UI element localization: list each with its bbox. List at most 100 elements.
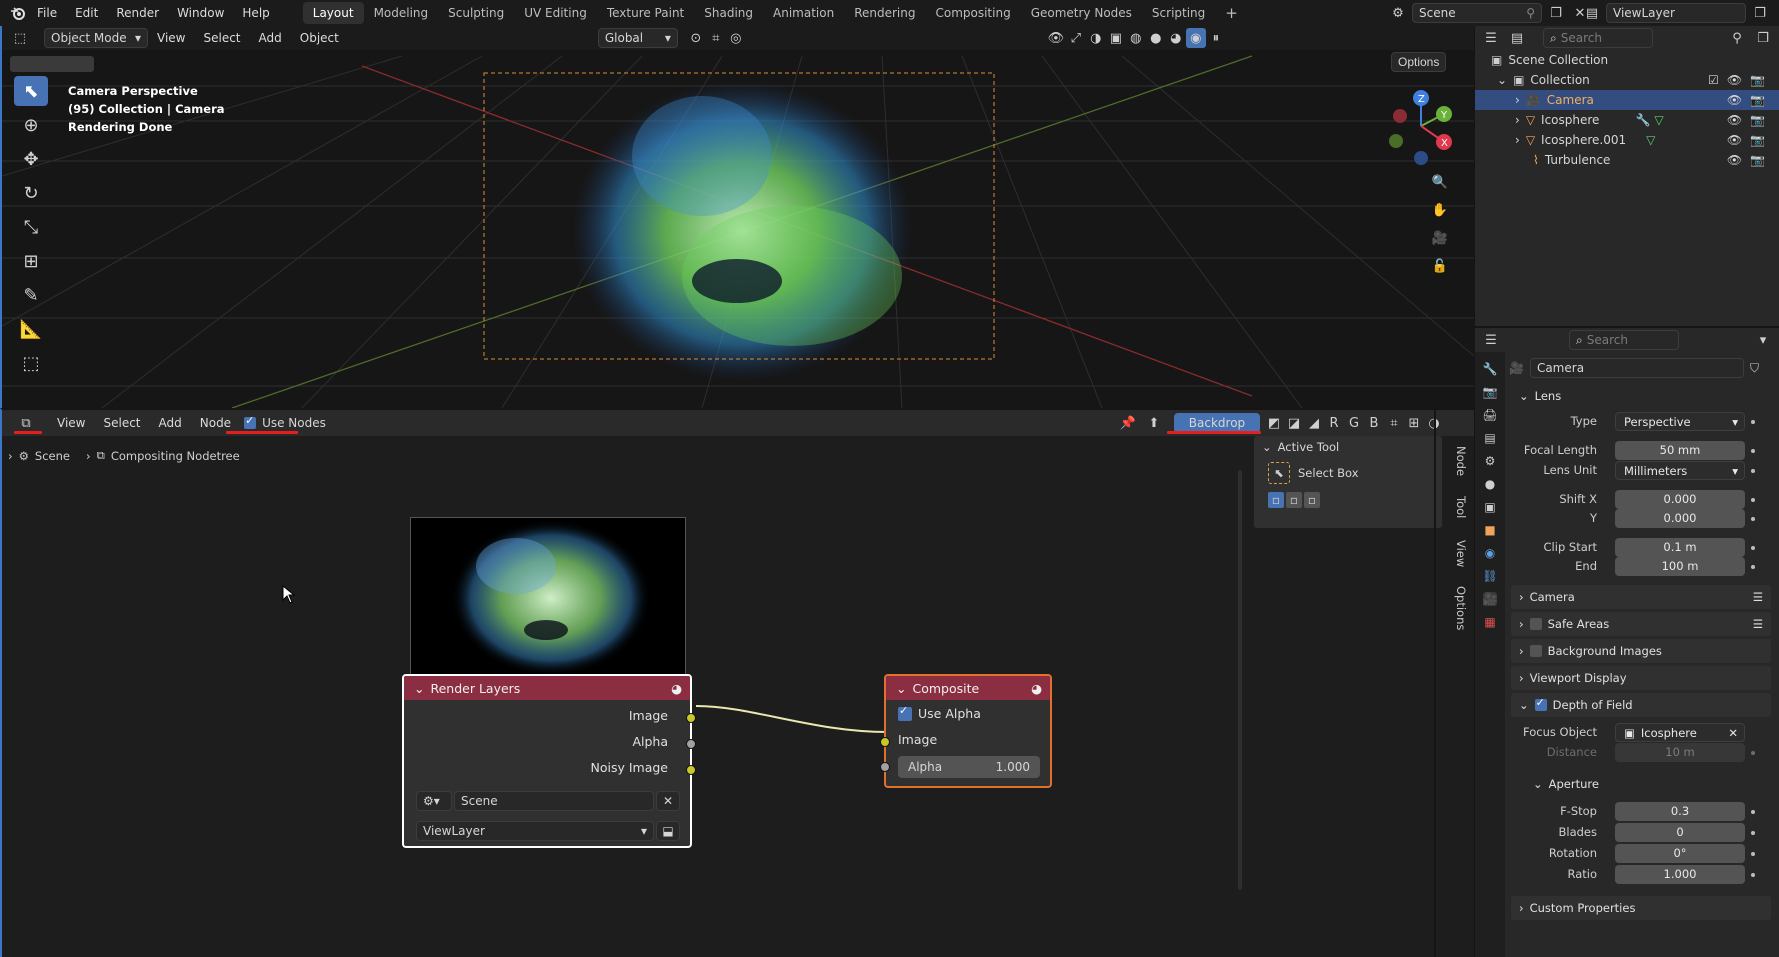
background-images-checkbox[interactable]	[1529, 645, 1542, 657]
select-mode-buttons[interactable]	[10, 56, 94, 75]
camera-render-icon[interactable]: 📷	[1750, 153, 1765, 167]
compositor-node-editor[interactable]: ⧉ View Select Add Node Use Nodes 📌 ⬆ Bac…	[0, 408, 1474, 957]
ne-menu-select[interactable]: Select	[94, 410, 149, 436]
scene-browse-icon[interactable]: ⚙▾	[416, 791, 452, 811]
active-tool-row[interactable]: ⬉ Select Box	[1254, 458, 1442, 488]
menu-help[interactable]: Help	[233, 0, 278, 26]
sidebar-tab-view[interactable]: View	[1448, 540, 1468, 567]
properties-editor-icon[interactable]: ☰	[1481, 330, 1501, 350]
output-alpha-socket[interactable]	[686, 739, 696, 749]
safe-areas-checkbox[interactable]	[1529, 618, 1542, 630]
visibility-icon[interactable]: 👁	[1046, 28, 1066, 48]
editor-type-icon[interactable]: ⬚	[10, 28, 30, 48]
output-noisy-image-socket[interactable]	[686, 765, 696, 775]
eye-icon[interactable]: 👁	[1727, 153, 1742, 167]
select-new-icon[interactable]: ▫	[1268, 492, 1284, 508]
keyframe-dot[interactable]	[1751, 852, 1755, 856]
list-icon[interactable]: ☰	[1753, 590, 1763, 604]
use-nodes-checkbox[interactable]	[244, 414, 257, 429]
tab-geometry-nodes[interactable]: Geometry Nodes	[1021, 2, 1142, 24]
filter-icon[interactable]: ⚲	[1727, 28, 1747, 48]
object-tab-icon[interactable]: ■	[1484, 523, 1495, 537]
eye-icon[interactable]: 👁	[1727, 113, 1742, 127]
clip-end-field[interactable]: 100 m	[1615, 557, 1745, 576]
eye-icon[interactable]: 👁	[1727, 73, 1742, 87]
parent-tree-icon[interactable]: ⬆	[1144, 413, 1164, 433]
render-layers-header[interactable]: ⌄ Render Layers ◕	[404, 676, 690, 700]
tool-tab-icon[interactable]: 🔧	[1483, 362, 1498, 376]
clear-scene-icon[interactable]: ✕	[656, 791, 680, 811]
outliner-item-icosphere-001[interactable]: › ▽ Icosphere.001 ▽ 👁 📷	[1475, 130, 1779, 150]
sidebar-tab-tool[interactable]: Tool	[1448, 496, 1468, 518]
keyframe-dot[interactable]	[1751, 751, 1755, 755]
new-collection-icon[interactable]: ❐	[1753, 28, 1773, 48]
rotate-tool-icon[interactable]: ↻	[14, 178, 48, 208]
menu-file[interactable]: File	[28, 0, 66, 26]
menu-edit[interactable]: Edit	[66, 0, 107, 26]
chevron-down-icon[interactable]: ▾	[1753, 330, 1773, 350]
viewport-display-panel-header[interactable]: › Viewport Display	[1511, 666, 1771, 690]
keyframe-dot[interactable]	[1751, 810, 1755, 814]
scene-field[interactable]: Scene ⚲	[1412, 3, 1542, 23]
keyframe-dot[interactable]	[1751, 565, 1755, 569]
cursor-tool-icon[interactable]: ⊕	[14, 110, 48, 140]
select-extend-icon[interactable]: ▫	[1286, 492, 1302, 508]
wrench-icon[interactable]: 🔧	[1635, 113, 1650, 127]
tab-shading[interactable]: Shading	[694, 2, 763, 24]
constraints-tab-icon[interactable]: ⛓	[1482, 569, 1497, 583]
camera-data-name-field[interactable]: Camera	[1529, 358, 1744, 378]
new-scene-icon[interactable]: ❐	[1546, 3, 1566, 23]
aperture-panel-header[interactable]: ⌄ Aperture	[1525, 772, 1771, 796]
view-layer-icon[interactable]: ▤	[1582, 3, 1602, 23]
camera-render-icon[interactable]: 📷	[1750, 133, 1765, 147]
mesh-data-icon[interactable]: ▽	[1646, 133, 1655, 147]
lens-type-dropdown[interactable]: Perspective ▾	[1615, 412, 1745, 431]
rendered-shading-icon[interactable]: ◉	[1185, 28, 1206, 48]
channel-r-button[interactable]: R	[1324, 413, 1344, 433]
tab-compositing[interactable]: Compositing	[925, 2, 1020, 24]
node-scene-field[interactable]: Scene	[454, 791, 654, 811]
tab-sculpting[interactable]: Sculpting	[438, 2, 514, 24]
overlay-icon[interactable]: ◑	[1086, 28, 1106, 48]
tab-layout[interactable]: Layout	[302, 2, 364, 24]
tab-texture-paint[interactable]: Texture Paint	[597, 2, 694, 24]
tab-animation[interactable]: Animation	[763, 2, 844, 24]
background-images-panel-header[interactable]: › Background Images	[1511, 639, 1771, 663]
shift-x-field[interactable]: 0.000	[1615, 490, 1745, 509]
navigation-gizmo[interactable]: Z Y X	[1386, 86, 1456, 166]
transform-orientation-dropdown[interactable]: Global ▾	[597, 28, 678, 48]
properties-search-input[interactable]: ⌕ Search	[1569, 330, 1679, 350]
chevron-right-icon[interactable]: ›	[1515, 93, 1520, 107]
sidebar-tab-node[interactable]: Node	[1448, 446, 1468, 476]
chevron-down-icon[interactable]: ⌄	[1497, 73, 1507, 87]
fstop-field[interactable]: 0.3	[1615, 802, 1745, 821]
backdrop-toggle-button[interactable]: Backdrop	[1174, 413, 1260, 433]
tab-rendering[interactable]: Rendering	[844, 2, 925, 24]
vp-menu-object[interactable]: Object	[291, 26, 348, 51]
dof-panel-header[interactable]: ⌄ Depth of Field	[1511, 693, 1771, 717]
delete-view-layer-icon[interactable]: ✕	[1774, 3, 1779, 23]
rotation-field[interactable]: 0°	[1615, 844, 1745, 863]
proportional-edit-icon[interactable]: ◎	[726, 28, 746, 48]
menu-render[interactable]: Render	[107, 0, 168, 26]
chevron-right-icon[interactable]: ›	[1515, 133, 1520, 147]
channel-g-button[interactable]: G	[1344, 413, 1364, 433]
clear-icon[interactable]: ✕	[1728, 724, 1738, 743]
input-alpha-socket[interactable]	[880, 762, 890, 772]
keyframe-dot[interactable]	[1751, 517, 1755, 521]
measure-tool-icon[interactable]: 📐	[14, 314, 48, 344]
view-layer-field[interactable]: ViewLayer	[1606, 3, 1746, 23]
mesh-data-icon[interactable]: ▽	[1654, 113, 1663, 127]
breadcrumb-node-tree[interactable]: Compositing Nodetree	[111, 449, 240, 463]
focal-length-field[interactable]: 50 mm	[1615, 441, 1745, 460]
add-workspace-button[interactable]: +	[1215, 2, 1248, 24]
node-view-layer-dropdown[interactable]: ViewLayer ▾	[416, 821, 654, 841]
transform-tool-icon[interactable]: ⊞	[14, 246, 48, 276]
alpha-input-field[interactable]: Alpha 1.000	[898, 756, 1040, 778]
display-mode-icon[interactable]: ▤	[1507, 28, 1527, 48]
outliner-item-turbulence[interactable]: ⌇ Turbulence 👁 📷	[1475, 150, 1779, 170]
backdrop-color-alpha-icon[interactable]: ◢	[1304, 413, 1324, 433]
snap-icon[interactable]: ⌗	[706, 28, 726, 48]
render-view-layer-icon[interactable]: ⬓	[656, 821, 680, 841]
tab-scripting[interactable]: Scripting	[1142, 2, 1215, 24]
